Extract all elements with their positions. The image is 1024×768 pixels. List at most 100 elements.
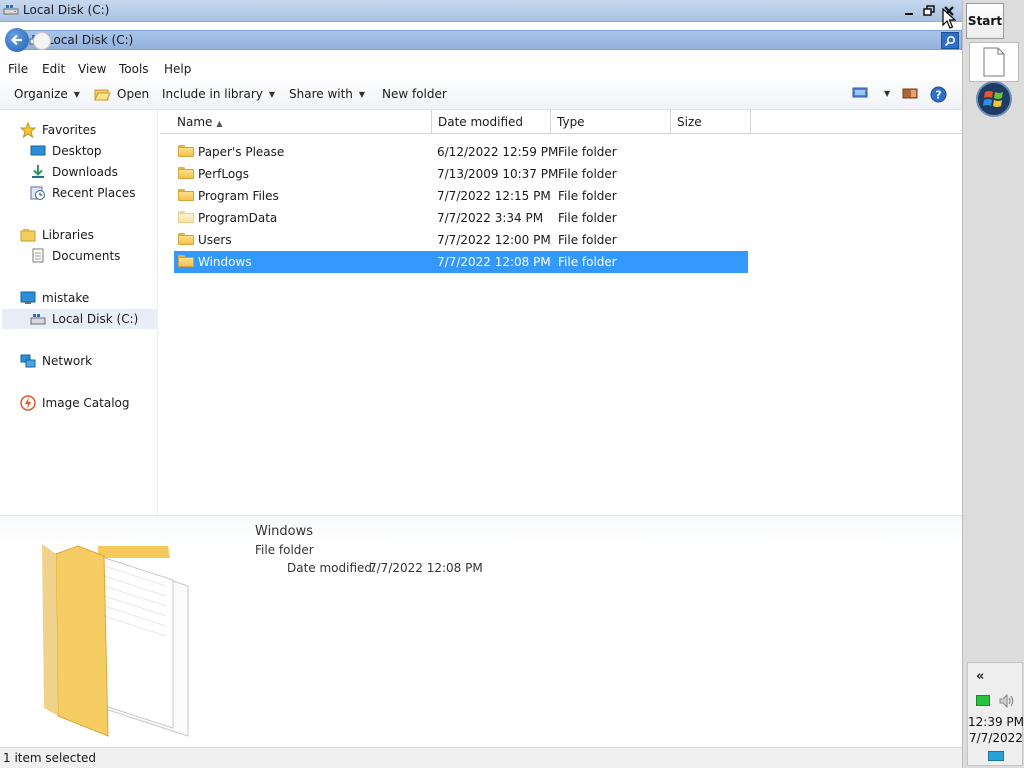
back-arrow-icon <box>10 34 22 46</box>
share-with-label: Share with <box>289 87 353 101</box>
sort-ascending-icon: ▲ <box>216 119 223 128</box>
file-type: File folder <box>558 145 617 159</box>
address-field[interactable]: Local Disk (C:) <box>22 30 962 50</box>
document-icon <box>983 47 1005 77</box>
column-header-type[interactable]: Type <box>551 110 671 134</box>
windows-orb-icon[interactable] <box>975 80 1013 118</box>
file-type: File folder <box>558 211 617 225</box>
folder-icon <box>178 144 194 158</box>
nav-label: Favorites <box>42 123 97 137</box>
share-with-button[interactable]: Share with ▼ <box>289 87 365 101</box>
menu-file[interactable]: File <box>8 62 28 76</box>
folder-icon <box>178 166 194 180</box>
menu-tools[interactable]: Tools <box>119 62 149 76</box>
column-header-name[interactable]: Name ▲ <box>170 110 432 134</box>
navigation-pane: Favorites Desktop Downloads Recent Place… <box>0 110 158 515</box>
show-desktop-button[interactable] <box>988 751 1004 761</box>
system-tray: « 12:39 PM 7/7/2022 <box>967 662 1024 766</box>
file-date: 7/7/2022 12:00 PM <box>437 233 551 247</box>
details-type: File folder <box>255 543 314 557</box>
minimize-button[interactable] <box>900 2 918 20</box>
column-headers: Name ▲ Date modified Type Size <box>160 110 962 134</box>
minimize-icon <box>905 13 913 15</box>
menu-view[interactable]: View <box>78 62 106 76</box>
include-in-library-button[interactable]: Include in library ▼ <box>162 87 275 101</box>
open-button[interactable]: Open <box>94 87 149 101</box>
details-date-value: 7/7/2022 12:08 PM <box>369 561 483 575</box>
nav-label: Desktop <box>52 144 102 158</box>
command-bar: Organize ▼ Open Include in library ▼ Sha… <box>0 80 962 110</box>
menu-help[interactable]: Help <box>164 62 191 76</box>
nav-downloads[interactable]: Downloads <box>30 162 118 182</box>
file-name: Program Files <box>198 189 279 203</box>
window-title: Local Disk (C:) <box>23 3 110 17</box>
folder-icon <box>178 188 194 202</box>
restore-icon <box>923 5 935 16</box>
taskbar: Start « 12:39 PM 7/7/2022 <box>962 0 1024 768</box>
dropdown-arrow-icon: ▼ <box>268 89 276 99</box>
start-button[interactable]: Start <box>966 3 1004 39</box>
taskbar-window-button[interactable] <box>969 42 1019 82</box>
clock-date[interactable]: 7/7/2022 <box>968 731 1024 745</box>
nav-desktop[interactable]: Desktop <box>30 141 102 161</box>
volume-icon[interactable] <box>998 693 1016 709</box>
new-folder-label: New folder <box>382 87 447 101</box>
table-row[interactable]: Program Files 7/7/2022 12:15 PM File fol… <box>174 185 748 207</box>
column-label: Date modified <box>438 115 524 129</box>
view-icon <box>852 87 868 98</box>
open-folder-icon <box>94 89 111 101</box>
column-header-date-modified[interactable]: Date modified <box>432 110 551 134</box>
nav-label: mistake <box>42 291 90 305</box>
file-date: 7/7/2022 12:15 PM <box>437 189 551 203</box>
column-header-size[interactable]: Size <box>671 110 751 134</box>
table-row[interactable]: Paper's Please 6/12/2022 12:59 PM File f… <box>174 141 748 163</box>
address-path: Local Disk (C:) <box>47 33 134 47</box>
folder-icon <box>178 210 194 224</box>
table-row[interactable]: Users 7/7/2022 12:00 PM File folder <box>174 229 748 251</box>
help-button[interactable]: ? <box>930 86 947 103</box>
change-view-button[interactable]: ▼ <box>852 86 890 100</box>
nav-recent-places[interactable]: Recent Places <box>30 183 135 203</box>
computer-icon <box>20 291 36 304</box>
forward-button[interactable] <box>33 32 51 50</box>
table-row[interactable]: PerfLogs 7/13/2009 10:37 PM File folder <box>174 163 748 185</box>
restore-button[interactable] <box>920 2 938 20</box>
libraries-icon <box>20 229 36 242</box>
new-folder-button[interactable]: New folder <box>382 87 447 101</box>
nav-computer[interactable]: mistake <box>20 288 89 308</box>
table-row-selected[interactable]: Windows 7/7/2022 12:08 PM File folder <box>174 251 748 273</box>
menu-edit[interactable]: Edit <box>42 62 65 76</box>
recent-places-icon <box>30 186 45 200</box>
table-row[interactable]: ProgramData 7/7/2022 3:34 PM File folder <box>174 207 748 229</box>
nav-documents[interactable]: Documents <box>30 246 120 266</box>
nav-label: Documents <box>52 249 121 263</box>
network-status-icon[interactable] <box>976 695 990 706</box>
column-label: Type <box>557 115 585 129</box>
search-button[interactable] <box>941 32 959 49</box>
dropdown-arrow-icon: ▼ <box>358 89 366 99</box>
svg-text:?: ? <box>935 89 941 102</box>
nav-label: Local Disk (C:) <box>52 312 139 326</box>
nav-local-disk[interactable]: Local Disk (C:) <box>2 309 157 329</box>
nav-libraries[interactable]: Libraries <box>20 225 94 245</box>
file-type: File folder <box>558 189 617 203</box>
image-catalog-icon <box>20 395 36 411</box>
folder-icon <box>178 254 194 268</box>
file-name: ProgramData <box>198 211 278 225</box>
nav-network[interactable]: Network <box>20 351 92 371</box>
back-button[interactable] <box>5 28 29 52</box>
preview-pane-button[interactable] <box>902 86 918 100</box>
drive-icon <box>30 314 46 325</box>
start-label: Start <box>967 14 1003 28</box>
file-name: PerfLogs <box>198 167 250 181</box>
nav-image-catalog[interactable]: Image Catalog <box>20 393 129 413</box>
clock-time[interactable]: 12:39 PM <box>968 715 1024 729</box>
file-type: File folder <box>558 167 617 181</box>
show-hidden-icons-button[interactable]: « <box>976 669 984 684</box>
folder-icon <box>178 232 194 246</box>
title-bar[interactable]: Local Disk (C:) <box>0 0 962 22</box>
nav-favorites[interactable]: Favorites <box>20 120 96 140</box>
organize-button[interactable]: Organize ▼ <box>14 87 80 101</box>
desktop-icon <box>30 145 46 156</box>
file-date: 7/13/2009 10:37 PM <box>437 167 559 181</box>
